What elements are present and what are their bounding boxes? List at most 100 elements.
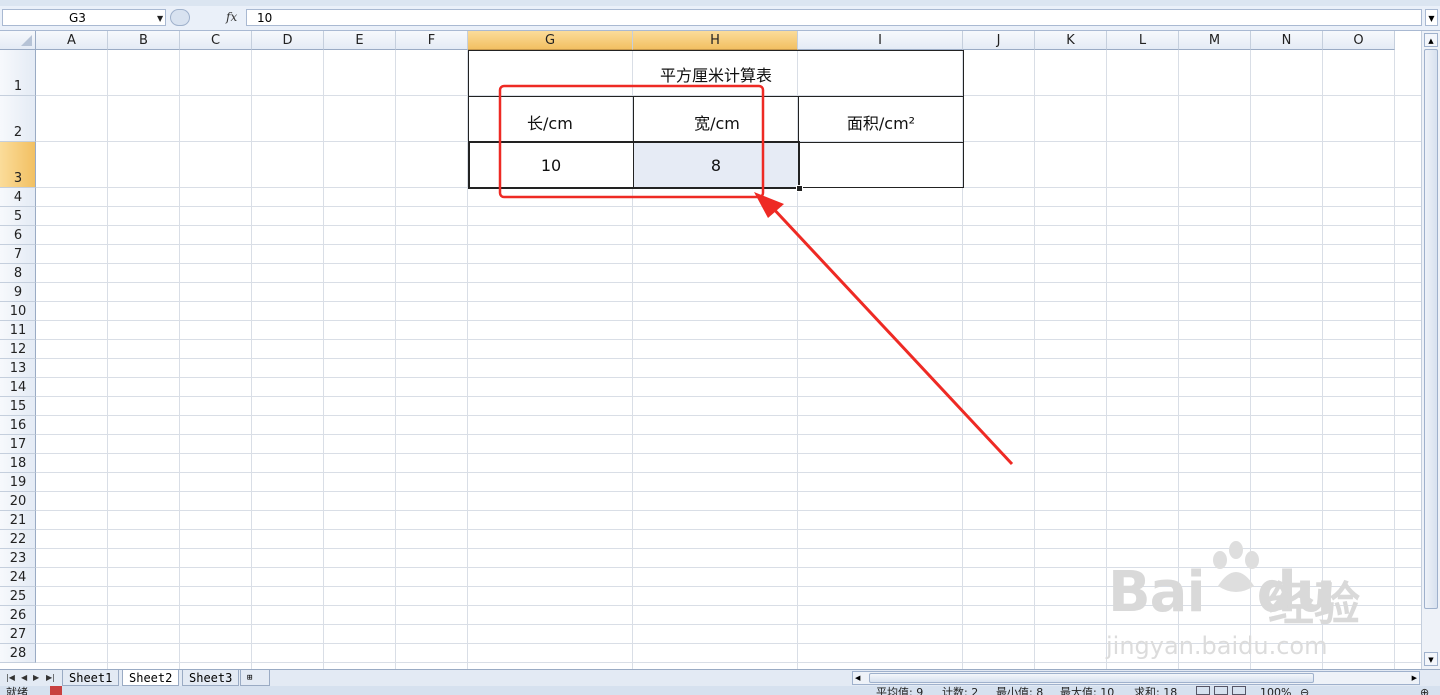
- column-header-d[interactable]: D: [252, 31, 324, 50]
- gridline-horizontal: [36, 263, 1421, 264]
- row-number: 15: [9, 399, 27, 414]
- value-length-cell[interactable]: 10: [469, 143, 633, 188]
- column-header-m[interactable]: M: [1179, 31, 1251, 50]
- tab-sheet3[interactable]: Sheet3: [182, 670, 240, 686]
- last-sheet-icon[interactable]: ▶|: [46, 670, 55, 686]
- zoom-in-icon[interactable]: ⊕: [1420, 686, 1429, 695]
- expand-circle-button[interactable]: [170, 9, 190, 26]
- column-header-c[interactable]: C: [180, 31, 252, 50]
- row-header-22[interactable]: 22: [0, 530, 36, 549]
- column-header-b[interactable]: B: [108, 31, 180, 50]
- row-header-15[interactable]: 15: [0, 397, 36, 416]
- status-sum: 求和: 18: [1134, 686, 1178, 695]
- scroll-right-icon[interactable]: ▶: [1412, 672, 1417, 684]
- select-all-corner[interactable]: [0, 31, 36, 50]
- column-header-f[interactable]: F: [396, 31, 468, 50]
- row-header-9[interactable]: 9: [0, 283, 36, 302]
- column-header-o[interactable]: O: [1323, 31, 1395, 50]
- horizontal-scroll-thumb[interactable]: [869, 673, 1314, 683]
- row-header-14[interactable]: 14: [0, 378, 36, 397]
- row-header-7[interactable]: 7: [0, 245, 36, 264]
- scroll-left-icon[interactable]: ◀: [855, 672, 860, 684]
- row-number: 9: [13, 285, 23, 300]
- column-header-a[interactable]: A: [36, 31, 108, 50]
- gridline-vertical: [323, 50, 324, 669]
- gridline-vertical: [395, 50, 396, 669]
- page-layout-icon[interactable]: [1214, 686, 1228, 695]
- zoom-level[interactable]: 100%: [1260, 686, 1291, 695]
- next-sheet-icon[interactable]: ▶: [33, 670, 39, 686]
- row-number: 26: [9, 608, 27, 623]
- page-break-icon[interactable]: [1232, 686, 1246, 695]
- insert-sheet-icon[interactable]: ⊞: [240, 670, 270, 686]
- row-header-4[interactable]: 4: [0, 188, 36, 207]
- value-width-cell[interactable]: 8: [634, 143, 798, 188]
- row-number: 13: [9, 361, 27, 376]
- column-header-j[interactable]: J: [963, 31, 1035, 50]
- row-header-16[interactable]: 16: [0, 416, 36, 435]
- row-header-17[interactable]: 17: [0, 435, 36, 454]
- normal-view-icon[interactable]: [1196, 686, 1210, 695]
- row-header-3[interactable]: 3: [0, 142, 36, 188]
- row-header-25[interactable]: 25: [0, 587, 36, 606]
- scroll-down-icon[interactable]: ▼: [1424, 652, 1438, 666]
- row-header-5[interactable]: 5: [0, 207, 36, 226]
- name-box[interactable]: G3 ▼: [2, 9, 166, 26]
- gridline-horizontal: [36, 282, 1421, 283]
- macro-record-icon[interactable]: [50, 686, 62, 695]
- row-header-1[interactable]: 1: [0, 50, 36, 96]
- row-header-21[interactable]: 21: [0, 511, 36, 530]
- row-header-10[interactable]: 10: [0, 302, 36, 321]
- value-area-cell[interactable]: [799, 143, 963, 188]
- vertical-scrollbar[interactable]: ▲ ▼: [1421, 31, 1440, 669]
- gridline-horizontal: [36, 472, 1421, 473]
- row-header-19[interactable]: 19: [0, 473, 36, 492]
- header-area-cell[interactable]: 面积/cm²: [799, 97, 963, 142]
- row-number: 11: [9, 323, 27, 338]
- column-header-k[interactable]: K: [1035, 31, 1107, 50]
- gridline-horizontal: [36, 358, 1421, 359]
- tab-sheet1[interactable]: Sheet1: [62, 670, 120, 686]
- gridline-vertical: [107, 50, 108, 669]
- row-header-2[interactable]: 2: [0, 96, 36, 142]
- row-header-23[interactable]: 23: [0, 549, 36, 568]
- column-header-n[interactable]: N: [1251, 31, 1323, 50]
- gridline-horizontal: [36, 320, 1421, 321]
- row-header-24[interactable]: 24: [0, 568, 36, 587]
- column-header-l[interactable]: L: [1107, 31, 1179, 50]
- formula-expand-icon[interactable]: ▼: [1425, 9, 1438, 26]
- formula-input[interactable]: 10: [246, 9, 1422, 26]
- scroll-up-icon[interactable]: ▲: [1424, 33, 1438, 47]
- row-number: 20: [9, 494, 27, 509]
- row-header-6[interactable]: 6: [0, 226, 36, 245]
- column-header-i[interactable]: I: [798, 31, 963, 50]
- row-number: 16: [9, 418, 27, 433]
- row-header-26[interactable]: 26: [0, 606, 36, 625]
- first-sheet-icon[interactable]: |◀: [6, 670, 15, 686]
- header-length-cell[interactable]: 长/cm: [469, 97, 633, 142]
- row-header-13[interactable]: 13: [0, 359, 36, 378]
- row-header-28[interactable]: 28: [0, 644, 36, 663]
- column-header-g[interactable]: G: [468, 31, 633, 50]
- horizontal-scrollbar[interactable]: ◀ ▶: [852, 671, 1420, 685]
- gridline-horizontal: [36, 491, 1421, 492]
- table-title-cell[interactable]: 平方厘米计算表: [469, 51, 963, 96]
- prev-sheet-icon[interactable]: ◀: [21, 670, 27, 686]
- column-header-e[interactable]: E: [324, 31, 396, 50]
- insert-function-button[interactable]: fx: [226, 10, 237, 24]
- gridline-horizontal: [36, 377, 1421, 378]
- row-header-11[interactable]: 11: [0, 321, 36, 340]
- row-header-12[interactable]: 12: [0, 340, 36, 359]
- tab-sheet2[interactable]: Sheet2: [122, 670, 180, 686]
- row-number: 21: [9, 513, 27, 528]
- column-header-h[interactable]: H: [633, 31, 798, 50]
- gridline-vertical: [179, 50, 180, 669]
- header-width-cell[interactable]: 宽/cm: [634, 97, 798, 142]
- row-header-18[interactable]: 18: [0, 454, 36, 473]
- row-header-20[interactable]: 20: [0, 492, 36, 511]
- chevron-down-icon[interactable]: ▼: [157, 10, 163, 27]
- row-header-8[interactable]: 8: [0, 264, 36, 283]
- row-header-27[interactable]: 27: [0, 625, 36, 644]
- zoom-out-icon[interactable]: ⊖: [1300, 686, 1309, 695]
- vertical-scroll-thumb[interactable]: [1424, 49, 1438, 609]
